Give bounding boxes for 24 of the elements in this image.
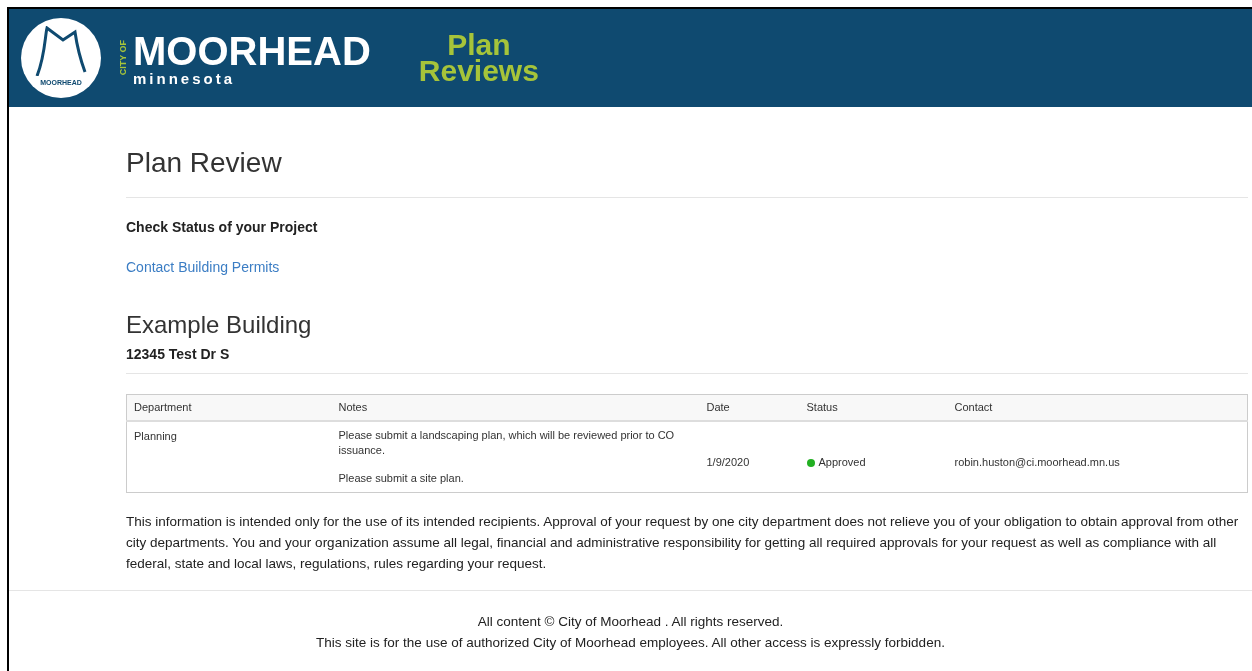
column-header: Date (699, 394, 800, 421)
column-header: Notes (331, 394, 700, 421)
city-of-label: CITY OF (119, 40, 129, 76)
column-header: Status (799, 394, 948, 421)
project-address: 12345 Test Dr S (126, 345, 1248, 374)
footer-text: All content © City of Moorhead . All rights reserved. (477, 612, 784, 631)
page-title: Plan Review (126, 147, 1248, 198)
column-header: Department (126, 394, 332, 421)
column-header: Contact (947, 394, 1248, 421)
city-name: MOORHEAD (133, 30, 371, 71)
status-text: Approved (818, 455, 866, 471)
state-name: minnesota (133, 70, 236, 86)
footer-text: This site is for the use of authorized City of Moorhead employees. All other access is expressly forbidden. (316, 633, 945, 652)
contact-link[interactable]: Contact Building Permits (126, 258, 280, 276)
note-text: Please submit a site plan. (338, 470, 465, 486)
note-text: Please submit a landscaping plan, which will be reviewed prior to CO issuance. (338, 427, 676, 458)
disclaimer-text: This information is intended only for the use of its intended recipients. Approval of your request by one city department does not relieve you of your obligation to obtain approval from other city departments. You and your organization assume all legal, financial and administrative responsibility for getting all required approvals for your request as well as compliance with all federal, state and local laws, regulations, rules regarding your request. (126, 512, 1240, 573)
table-cell: 1/9/2020 (699, 420, 800, 492)
app-title: Reviews (418, 58, 539, 84)
table-cell: robin.huston@ci.moorhead.mn.us (947, 420, 1248, 492)
section-subtitle: Check Status of your Project (126, 218, 319, 236)
app-title: Plan (447, 32, 511, 58)
table-cell: Planning (126, 420, 332, 492)
project-name: Example Building (126, 311, 313, 339)
